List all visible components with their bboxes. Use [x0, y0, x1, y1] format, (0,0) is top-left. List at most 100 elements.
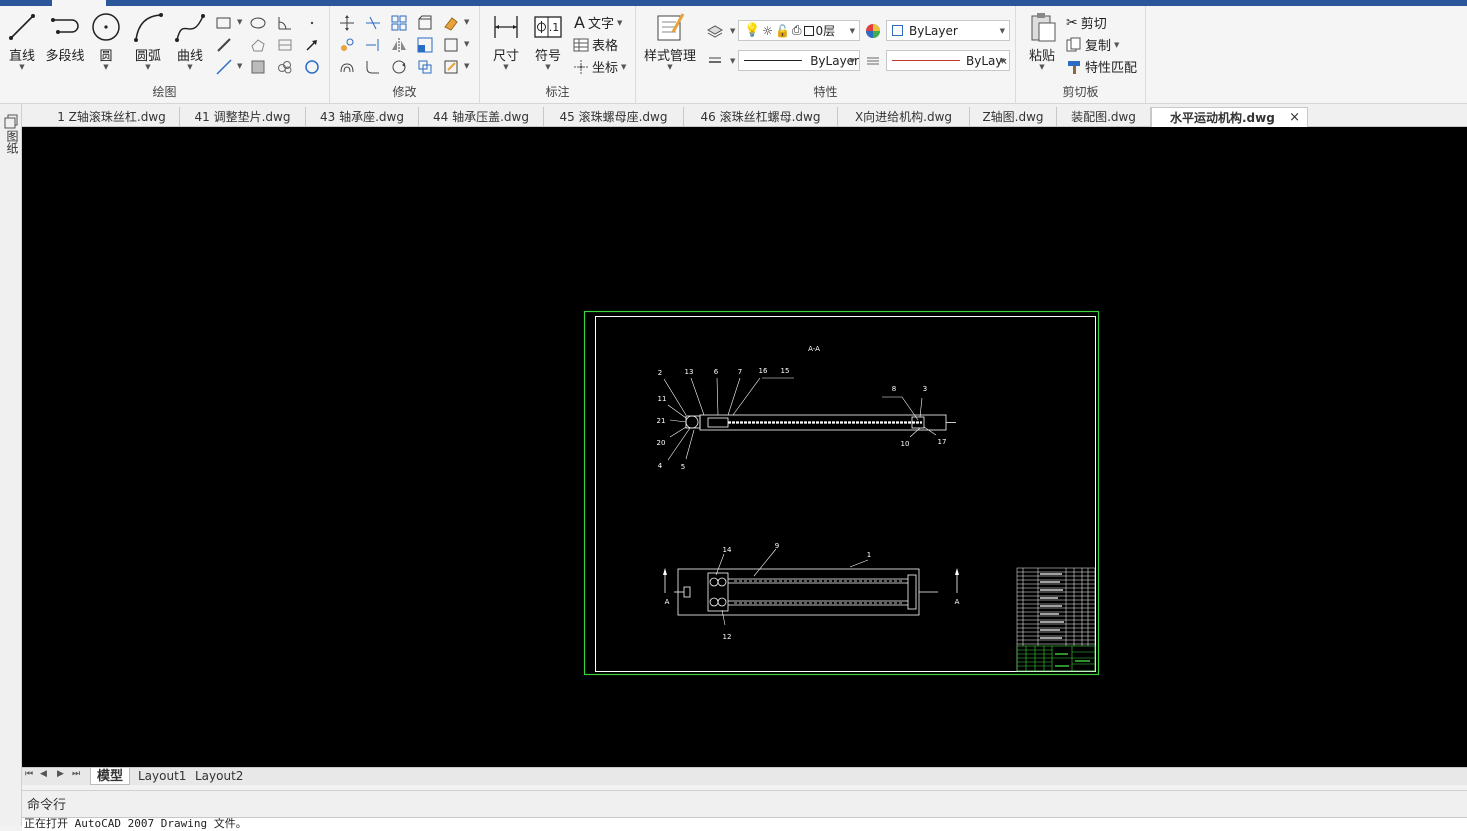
line-dropdown-arrow[interactable]: ▼ [2, 64, 42, 71]
curve-dropdown-arrow[interactable]: ▼ [170, 64, 210, 71]
explode-icon[interactable] [416, 58, 434, 76]
color-wheel-icon[interactable] [864, 22, 882, 40]
doc-tab[interactable]: 1 Z轴滚珠丝杠.dwg [44, 107, 180, 127]
circle-button[interactable]: 圆 ▼ [86, 10, 126, 71]
annotation-group-label: 标注 [545, 85, 570, 99]
sheet-set-label[interactable]: 图纸 [4, 130, 19, 154]
hatch-line-icon[interactable] [215, 36, 233, 54]
region-box-icon[interactable] [442, 36, 460, 54]
next-tab-icon[interactable]: ▶ [57, 769, 64, 779]
lineweight-icon[interactable] [706, 52, 724, 70]
move-icon[interactable] [338, 14, 356, 32]
style-manager-dropdown-arrow[interactable]: ▼ [642, 64, 698, 71]
edit-properties-dropdown-arrow[interactable]: ▼ [464, 62, 469, 70]
dimension-button[interactable]: 尺寸 ▼ [486, 10, 526, 71]
style-manager-button[interactable]: 样式管理 ▼ [642, 10, 698, 71]
array-icon[interactable] [390, 14, 408, 32]
layout1-tab[interactable]: Layout1 [138, 768, 186, 785]
text-button[interactable]: A 文字 ▼ [574, 13, 622, 32]
first-tab-icon[interactable]: ⏮ [25, 769, 33, 779]
circle-icon [92, 13, 120, 41]
doc-tab[interactable]: 45 滚珠螺母座.dwg [544, 107, 684, 127]
mirror-icon[interactable] [390, 36, 408, 54]
point-icon[interactable] [303, 14, 321, 32]
construction-line-dropdown-arrow[interactable]: ▼ [237, 62, 242, 70]
doc-tab[interactable]: Z轴图.dwg [970, 107, 1057, 127]
curve-button[interactable]: 曲线 ▼ [170, 10, 210, 71]
table-button[interactable]: 表格 [573, 35, 618, 54]
paste-button[interactable]: 粘贴 ▼ [1022, 10, 1062, 71]
layer-manager-icon[interactable] [706, 22, 724, 40]
layer-manager-dropdown-arrow[interactable]: ▼ [730, 27, 735, 35]
doc-tab[interactable]: 装配图.dwg [1057, 107, 1151, 127]
model-tab[interactable]: 模型 [90, 768, 130, 785]
symbol-button[interactable]: .1 符号 ▼ [528, 10, 568, 71]
color-value: ByLayer [909, 23, 958, 38]
fillet-icon[interactable] [364, 58, 382, 76]
match-properties-button[interactable]: 特性匹配 [1066, 57, 1137, 76]
boundary-icon[interactable] [249, 58, 267, 76]
arrow-point-icon[interactable] [303, 36, 321, 54]
doc-tab[interactable]: X向进给机构.dwg [838, 107, 970, 127]
doc-tab[interactable]: 41 调整垫片.dwg [180, 107, 306, 127]
region-box-dropdown-arrow[interactable]: ▼ [464, 40, 469, 48]
copy-button[interactable]: 复制 ▼ [1066, 35, 1119, 54]
paper-border-inner [595, 316, 1096, 672]
lineweight-dropdown[interactable]: ByLay‹ ▼ [886, 50, 1010, 71]
polyline-button[interactable]: 多段线 [42, 10, 88, 64]
lineweight-dropdown-arrow[interactable]: ▼ [730, 57, 735, 65]
ellipse-icon[interactable] [249, 14, 267, 32]
paste-dropdown-arrow[interactable]: ▼ [1022, 64, 1062, 71]
region-icon[interactable] [249, 36, 267, 54]
section-title: A-A [808, 345, 820, 353]
linetype-dropdown[interactable]: ByLayer ▼ [738, 50, 860, 71]
copy-object-icon[interactable] [338, 36, 356, 54]
circle-dropdown-arrow[interactable]: ▼ [86, 64, 126, 71]
cloud-icon[interactable] [276, 58, 294, 76]
dimension-dropdown-arrow[interactable]: ▼ [486, 64, 526, 71]
trim-icon[interactable] [364, 14, 382, 32]
layer-dropdown[interactable]: 💡 ☼ 🔓 ⎙ 0层 ▼ [738, 20, 860, 41]
doc-tab[interactable]: 43 轴承座.dwg [306, 107, 419, 127]
coordinate-dropdown-arrow[interactable]: ▼ [621, 63, 626, 71]
erase-dropdown-arrow[interactable]: ▼ [464, 18, 469, 26]
arc-button[interactable]: 圆弧 ▼ [128, 10, 168, 71]
part-number: 6 [714, 368, 719, 376]
line-button[interactable]: 直线 ▼ [2, 10, 42, 71]
color-dropdown[interactable]: ByLayer ▼ [886, 20, 1010, 41]
drawing-canvas[interactable]: A-A 2 13 6 7 16 15 8 3 11 21 20 4 5 10 1… [22, 127, 1467, 767]
last-tab-icon[interactable]: ⏭ [72, 769, 80, 779]
erase-icon[interactable] [442, 14, 460, 32]
offset-icon[interactable] [338, 58, 356, 76]
rectangle-dropdown-arrow[interactable]: ▼ [237, 18, 242, 26]
scale-icon[interactable] [416, 36, 434, 54]
construction-line-icon[interactable] [215, 58, 233, 76]
doc-tab[interactable]: 46 滚珠丝杠螺母.dwg [684, 107, 838, 127]
extend-icon[interactable] [364, 36, 382, 54]
doc-tab-active[interactable]: 水平运动机构.dwg × [1151, 107, 1308, 127]
rotate-icon[interactable] [390, 58, 408, 76]
command-output[interactable]: 正在打开 AutoCAD 2007 Drawing 文件。 [22, 817, 1467, 831]
part-number: 17 [938, 438, 947, 446]
coordinate-button[interactable]: 坐标 ▼ [573, 57, 626, 76]
stretch-icon[interactable] [416, 14, 434, 32]
line-label: 直线 [8, 49, 35, 64]
layout2-tab[interactable]: Layout2 [195, 768, 243, 785]
rectangle-icon[interactable] [215, 14, 233, 32]
symbol-label: 符号 [534, 49, 561, 64]
text-dropdown-arrow[interactable]: ▼ [617, 19, 622, 27]
copy-dropdown-arrow[interactable]: ▼ [1114, 41, 1119, 49]
layer-color-swatch [803, 25, 814, 36]
linetype-scale-icon[interactable] [864, 52, 882, 70]
arc-dropdown-arrow[interactable]: ▼ [128, 64, 168, 71]
prev-tab-icon[interactable]: ◀ [40, 769, 47, 779]
edit-properties-icon[interactable] [442, 58, 460, 76]
cut-button[interactable]: ✂ 剪切 [1066, 13, 1107, 33]
wipeout-icon[interactable] [276, 36, 294, 54]
angle-icon[interactable] [276, 14, 294, 32]
sheet-set-icon[interactable] [2, 112, 20, 130]
donut-icon[interactable] [303, 58, 321, 76]
doc-tab[interactable]: 44 轴承压盖.dwg [419, 107, 544, 127]
close-icon[interactable]: × [1289, 108, 1300, 128]
symbol-dropdown-arrow[interactable]: ▼ [528, 64, 568, 71]
